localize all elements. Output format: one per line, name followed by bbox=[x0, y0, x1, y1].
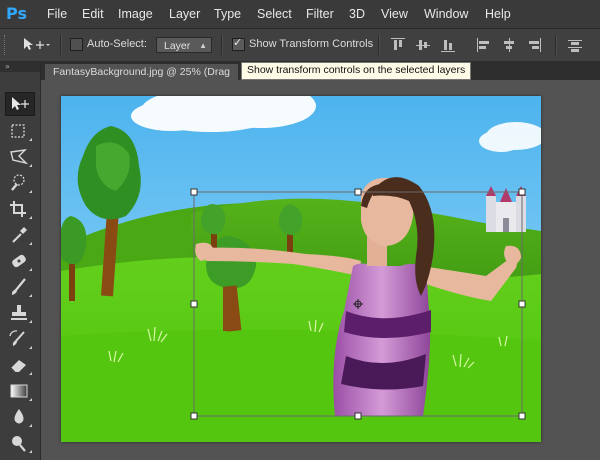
marquee-tool[interactable] bbox=[5, 120, 33, 142]
align-left-edges-icon[interactable] bbox=[477, 38, 491, 52]
foreground-grass bbox=[61, 329, 541, 442]
blur-tool[interactable] bbox=[5, 406, 33, 428]
options-bar: Auto-Select: Layer ▲ Show Transform Cont… bbox=[0, 29, 600, 62]
handle-bottom-right bbox=[518, 412, 526, 420]
options-separator bbox=[221, 35, 223, 55]
menu-3d[interactable]: 3D bbox=[349, 0, 365, 28]
move-icon bbox=[12, 97, 29, 110]
handle-top-left bbox=[190, 188, 198, 196]
menu-file[interactable]: File bbox=[47, 0, 67, 28]
handle-bottom-left bbox=[190, 412, 198, 420]
crop-tool[interactable] bbox=[5, 198, 33, 220]
dropdown-caret-icon: ▲ bbox=[199, 41, 207, 50]
options-separator bbox=[378, 35, 380, 55]
menu-type[interactable]: Type bbox=[214, 0, 241, 28]
auto-select-checkbox[interactable] bbox=[70, 38, 83, 51]
brush-tool[interactable] bbox=[5, 276, 33, 298]
gradient-tool[interactable] bbox=[5, 380, 33, 402]
align-horizontal-centers-icon[interactable] bbox=[502, 38, 516, 52]
align-right-edges-icon[interactable] bbox=[527, 38, 541, 52]
align-top-edges-icon[interactable] bbox=[391, 38, 405, 52]
canvas-artwork bbox=[61, 96, 541, 442]
document-tab[interactable]: FantasyBackground.jpg @ 25% (Drag bbox=[45, 64, 238, 80]
align-bottom-edges-icon[interactable] bbox=[441, 38, 455, 52]
menu-window[interactable]: Window bbox=[424, 0, 468, 28]
document-canvas[interactable] bbox=[61, 96, 541, 442]
photoshop-logo: Ps bbox=[6, 4, 27, 23]
quick-selection-tool[interactable] bbox=[5, 172, 33, 194]
options-bar-grip[interactable] bbox=[4, 35, 8, 55]
align-vertical-centers-icon[interactable] bbox=[416, 38, 430, 52]
handle-middle-right bbox=[518, 300, 526, 308]
options-separator bbox=[60, 35, 62, 55]
handle-bottom-middle bbox=[354, 412, 362, 420]
tools-panel-collapse-icon[interactable]: » bbox=[0, 62, 40, 72]
handle-middle-left bbox=[190, 300, 198, 308]
tools-panel: » bbox=[0, 62, 41, 460]
menu-layer[interactable]: Layer bbox=[169, 0, 200, 28]
menu-filter[interactable]: Filter bbox=[306, 0, 334, 28]
menu-view[interactable]: View bbox=[381, 0, 408, 28]
eraser-tool[interactable] bbox=[5, 354, 33, 376]
options-separator bbox=[555, 35, 557, 55]
menu-edit[interactable]: Edit bbox=[82, 0, 104, 28]
menu-help[interactable]: Help bbox=[485, 0, 511, 28]
clone-stamp-tool[interactable] bbox=[5, 302, 33, 324]
eyedropper-tool[interactable] bbox=[5, 224, 33, 246]
transform-controls-tooltip: Show transform controls on the selected … bbox=[241, 62, 472, 80]
menu-select[interactable]: Select bbox=[257, 0, 292, 28]
auto-select-label: Auto-Select: bbox=[87, 38, 147, 50]
menu-bar: Ps File Edit Image Layer Type Select Fil… bbox=[0, 0, 600, 29]
history-brush-tool[interactable] bbox=[5, 328, 33, 350]
move-tool-preset-icon[interactable] bbox=[20, 37, 50, 53]
distribute-top-edges-icon[interactable] bbox=[568, 38, 582, 52]
menu-image[interactable]: Image bbox=[118, 0, 153, 28]
dodge-tool[interactable] bbox=[5, 432, 33, 454]
handle-top-right bbox=[518, 188, 526, 196]
move-tool[interactable] bbox=[5, 92, 35, 116]
lasso-tool[interactable] bbox=[5, 146, 33, 168]
handle-top-middle bbox=[354, 188, 362, 196]
show-transform-controls-checkbox[interactable] bbox=[232, 36, 245, 51]
show-transform-controls-label: Show Transform Controls bbox=[249, 38, 374, 50]
spot-healing-tool[interactable] bbox=[5, 250, 33, 272]
auto-select-target-dropdown[interactable]: Layer ▲ bbox=[156, 37, 212, 53]
auto-select-target-value: Layer bbox=[164, 40, 191, 52]
